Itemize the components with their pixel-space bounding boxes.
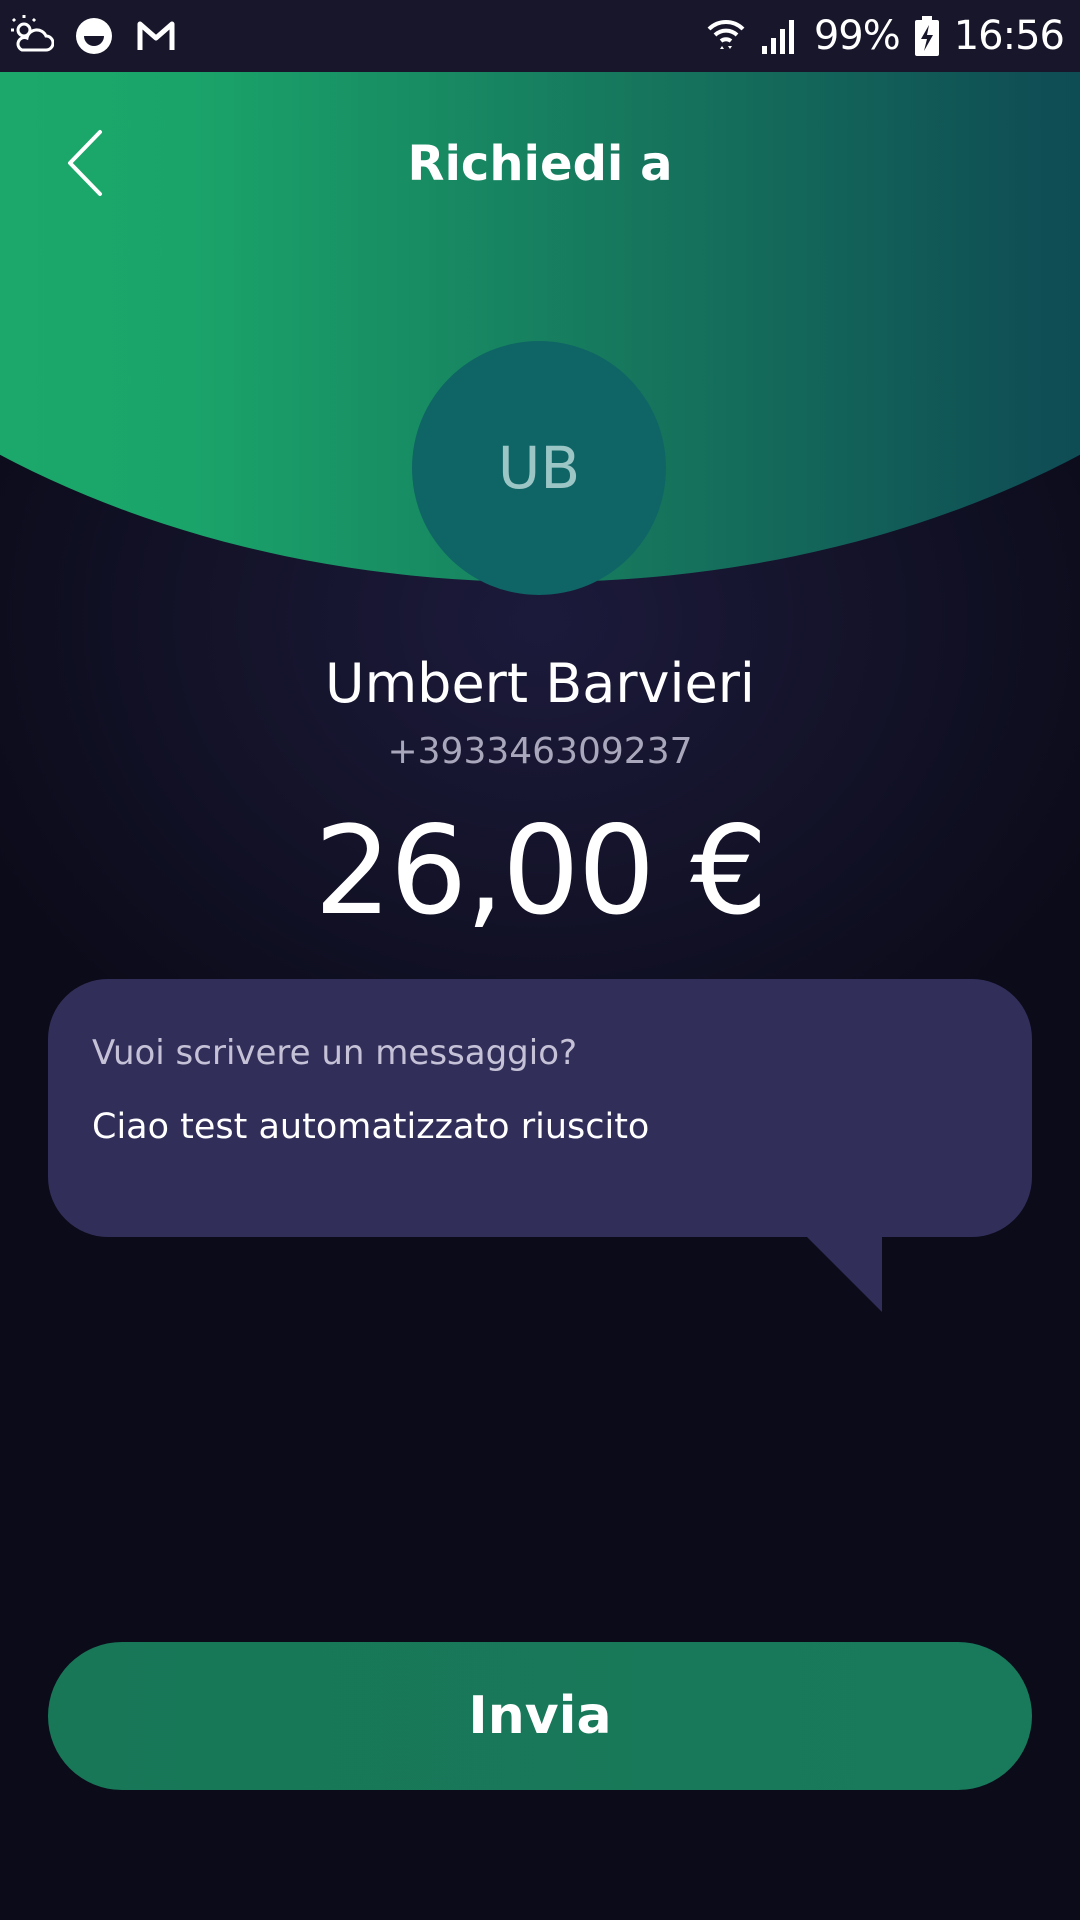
- clock: 16:56: [953, 13, 1065, 59]
- face-app-icon: [72, 14, 116, 58]
- contact-phone: +393346309237: [387, 731, 693, 772]
- status-bar: 99% 16:56: [0, 0, 1080, 72]
- message-field[interactable]: Ciao test automatizzato riuscito: [92, 1107, 972, 1147]
- weather-icon: [10, 14, 54, 58]
- battery-charging-icon: [914, 15, 940, 57]
- contact-name: Umbert Barvieri: [325, 652, 755, 715]
- message-label: Vuoi scrivere un messaggio?: [92, 1033, 578, 1073]
- avatar: UB: [412, 341, 666, 595]
- request-amount: 26,00 €: [314, 800, 768, 942]
- request-screen: 99% 16:56 Richiedi a UB Umbert Barvieri …: [0, 0, 1080, 1920]
- page-title: Richiedi a: [407, 136, 673, 192]
- gmail-icon: [134, 14, 178, 58]
- send-button[interactable]: Invia: [48, 1642, 1032, 1790]
- send-button-label: Invia: [468, 1686, 612, 1746]
- signal-icon: [760, 16, 800, 56]
- wifi-icon: [706, 15, 746, 57]
- battery-percent: 99%: [813, 13, 901, 59]
- speech-bubble-tail: [806, 1236, 882, 1312]
